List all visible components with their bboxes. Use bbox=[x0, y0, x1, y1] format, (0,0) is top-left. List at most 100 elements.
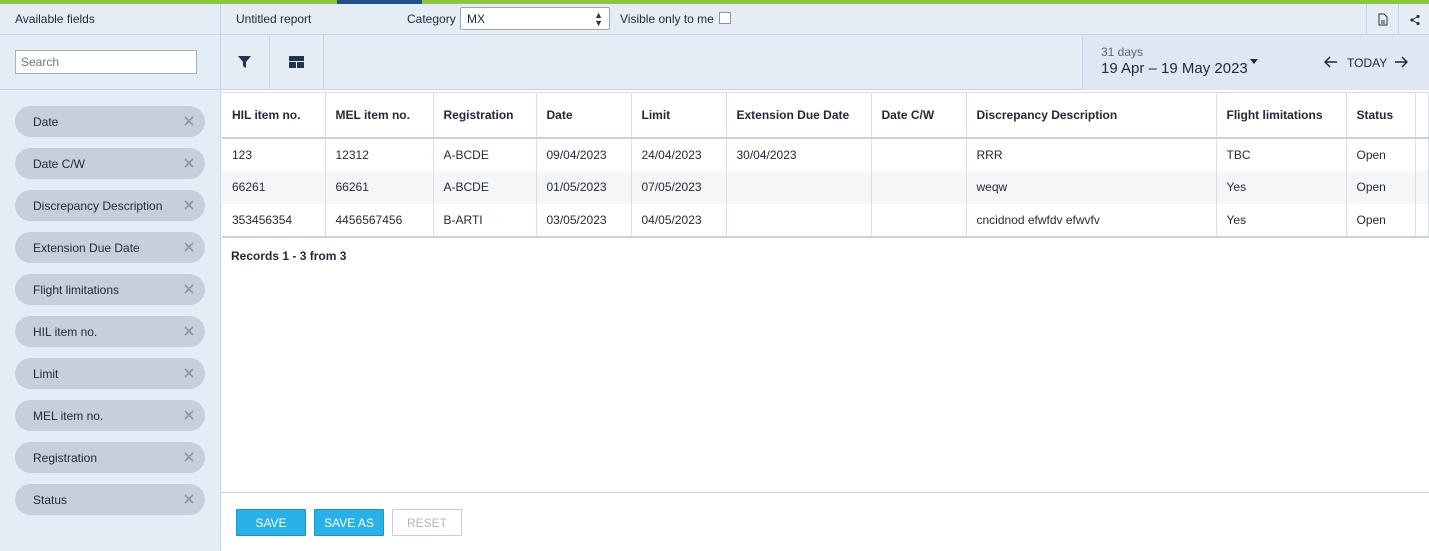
table-cell: Yes bbox=[1216, 203, 1347, 238]
report-title[interactable]: Untitled report bbox=[236, 12, 311, 26]
table-cell: Open bbox=[1346, 203, 1416, 238]
table-cell: A-BCDE bbox=[433, 170, 537, 204]
table-cell: 353456354 bbox=[222, 203, 326, 238]
arrow-left-icon[interactable] bbox=[1321, 53, 1341, 71]
column-header[interactable]: Extension Due Date bbox=[726, 92, 872, 139]
field-pill[interactable]: Date bbox=[15, 106, 205, 137]
caret-down-icon[interactable] bbox=[1250, 59, 1258, 64]
table-cell: 03/05/2023 bbox=[536, 203, 632, 238]
table-cell: TBC bbox=[1216, 137, 1347, 171]
field-pill-label: MEL item no. bbox=[33, 408, 104, 423]
arrow-right-icon[interactable] bbox=[1391, 53, 1411, 71]
reset-button[interactable]: RESET bbox=[392, 509, 462, 536]
category-select[interactable]: MX ▲ ▼ bbox=[460, 7, 610, 30]
field-pill[interactable]: Limit bbox=[15, 358, 205, 389]
table-cell: 24/04/2023 bbox=[631, 137, 727, 171]
field-pill[interactable]: MEL item no. bbox=[15, 400, 205, 431]
report-table: HIL item no. MEL item no. Registration Date… bbox=[222, 92, 1429, 238]
field-pill-label: Status bbox=[33, 492, 68, 507]
range-days: 31 days bbox=[1101, 45, 1144, 59]
close-icon[interactable] bbox=[182, 156, 196, 170]
field-pill-label: Limit bbox=[33, 366, 59, 381]
table-cell bbox=[871, 170, 967, 204]
column-header[interactable]: Flight limitations bbox=[1216, 92, 1347, 139]
close-icon[interactable] bbox=[182, 240, 196, 254]
table-cell: 123 bbox=[222, 137, 326, 171]
table-row[interactable]: 353456354 4456567456 B-ARTI 03/05/2023 04/05… bbox=[222, 203, 1429, 238]
category-label: Category bbox=[407, 12, 456, 26]
table-cell: 66261 bbox=[222, 170, 326, 204]
export-icon[interactable] bbox=[1367, 4, 1398, 35]
available-fields-title: Available fields bbox=[15, 12, 95, 26]
report-header: Available fields Untitled report Categor… bbox=[0, 4, 1429, 35]
field-pill-label: Extension Due Date bbox=[33, 240, 140, 255]
available-fields-panel: Date Date C/W Discrepancy Description Exten… bbox=[0, 90, 221, 551]
toolbar-divider bbox=[269, 35, 270, 90]
column-header-spacer bbox=[1415, 92, 1429, 139]
column-header[interactable]: Status bbox=[1346, 92, 1416, 139]
table-cell: RRR bbox=[966, 137, 1217, 171]
filter-icon[interactable] bbox=[229, 47, 259, 77]
close-icon[interactable] bbox=[182, 492, 196, 506]
today-button[interactable]: TODAY bbox=[1347, 56, 1387, 70]
field-pill-label: Date C/W bbox=[33, 156, 86, 171]
table-cell: weqw bbox=[966, 170, 1217, 204]
column-header[interactable]: Registration bbox=[433, 92, 537, 139]
toolbar-divider bbox=[323, 35, 324, 90]
table-cell: 04/05/2023 bbox=[631, 203, 727, 238]
close-icon[interactable] bbox=[182, 450, 196, 464]
table-cell-spacer bbox=[1415, 170, 1429, 204]
table-cell: Yes bbox=[1216, 170, 1347, 204]
table-cell: Open bbox=[1346, 137, 1416, 171]
share-icon[interactable] bbox=[1399, 4, 1429, 35]
search-input[interactable] bbox=[15, 50, 197, 74]
close-icon[interactable] bbox=[182, 408, 196, 422]
toolbar-divider bbox=[220, 35, 221, 90]
layout-icon[interactable] bbox=[281, 47, 311, 77]
close-icon[interactable] bbox=[182, 198, 196, 212]
field-pill[interactable]: Date C/W bbox=[15, 148, 205, 179]
table-cell: A-BCDE bbox=[433, 137, 537, 171]
column-header[interactable]: HIL item no. bbox=[222, 92, 326, 139]
date-range[interactable]: 19 Apr – 19 May 2023 bbox=[1101, 60, 1248, 77]
report-table-area: HIL item no. MEL item no. Registration Date… bbox=[221, 90, 1429, 551]
field-pill-label: Discrepancy Description bbox=[33, 198, 163, 213]
date-range-picker[interactable]: 31 days 19 Apr – 19 May 2023 TODAY bbox=[1082, 35, 1429, 90]
field-pill[interactable]: Status bbox=[15, 484, 205, 515]
table-cell bbox=[871, 137, 967, 171]
close-icon[interactable] bbox=[182, 114, 196, 128]
table-row[interactable]: 123 12312 A-BCDE 09/04/2023 24/04/2023 30/04/… bbox=[222, 137, 1429, 171]
table-cell-spacer bbox=[1415, 203, 1429, 238]
close-icon[interactable] bbox=[182, 366, 196, 380]
close-icon[interactable] bbox=[182, 282, 196, 296]
field-pill[interactable]: Discrepancy Description bbox=[15, 190, 205, 221]
save-button[interactable]: SAVE bbox=[236, 509, 306, 536]
field-pill[interactable]: Registration bbox=[15, 442, 205, 473]
column-header[interactable]: MEL item no. bbox=[325, 92, 434, 139]
visible-only-checkbox[interactable] bbox=[719, 12, 731, 24]
select-arrows-icon: ▲ ▼ bbox=[594, 10, 603, 28]
field-pill[interactable]: Extension Due Date bbox=[15, 232, 205, 263]
column-header[interactable]: Discrepancy Description bbox=[966, 92, 1217, 139]
close-icon[interactable] bbox=[182, 324, 196, 338]
table-row[interactable]: 66261 66261 A-BCDE 01/05/2023 07/05/2023 weqw… bbox=[222, 170, 1429, 204]
field-pill-label: Date bbox=[33, 114, 59, 129]
save-as-button[interactable]: SAVE AS bbox=[314, 509, 384, 536]
field-pill[interactable]: HIL item no. bbox=[15, 316, 205, 347]
table-cell: B-ARTI bbox=[433, 203, 537, 238]
table-cell: 09/04/2023 bbox=[536, 137, 632, 171]
column-header[interactable]: Date bbox=[536, 92, 632, 139]
column-header[interactable]: Limit bbox=[631, 92, 727, 139]
field-pill-label: Registration bbox=[33, 450, 98, 465]
field-pill[interactable]: Flight limitations bbox=[15, 274, 205, 305]
visible-only-label: Visible only to me bbox=[620, 12, 714, 26]
table-cell: Open bbox=[1346, 170, 1416, 204]
report-footer: SAVE SAVE AS RESET bbox=[221, 492, 1429, 551]
table-cell: 01/05/2023 bbox=[536, 170, 632, 204]
table-cell bbox=[726, 203, 872, 238]
table-cell: 12312 bbox=[325, 137, 434, 171]
column-header[interactable]: Date C/W bbox=[871, 92, 967, 139]
field-pill-label: HIL item no. bbox=[33, 324, 98, 339]
records-count: Records 1 - 3 from 3 bbox=[231, 249, 347, 263]
table-cell: 07/05/2023 bbox=[631, 170, 727, 204]
